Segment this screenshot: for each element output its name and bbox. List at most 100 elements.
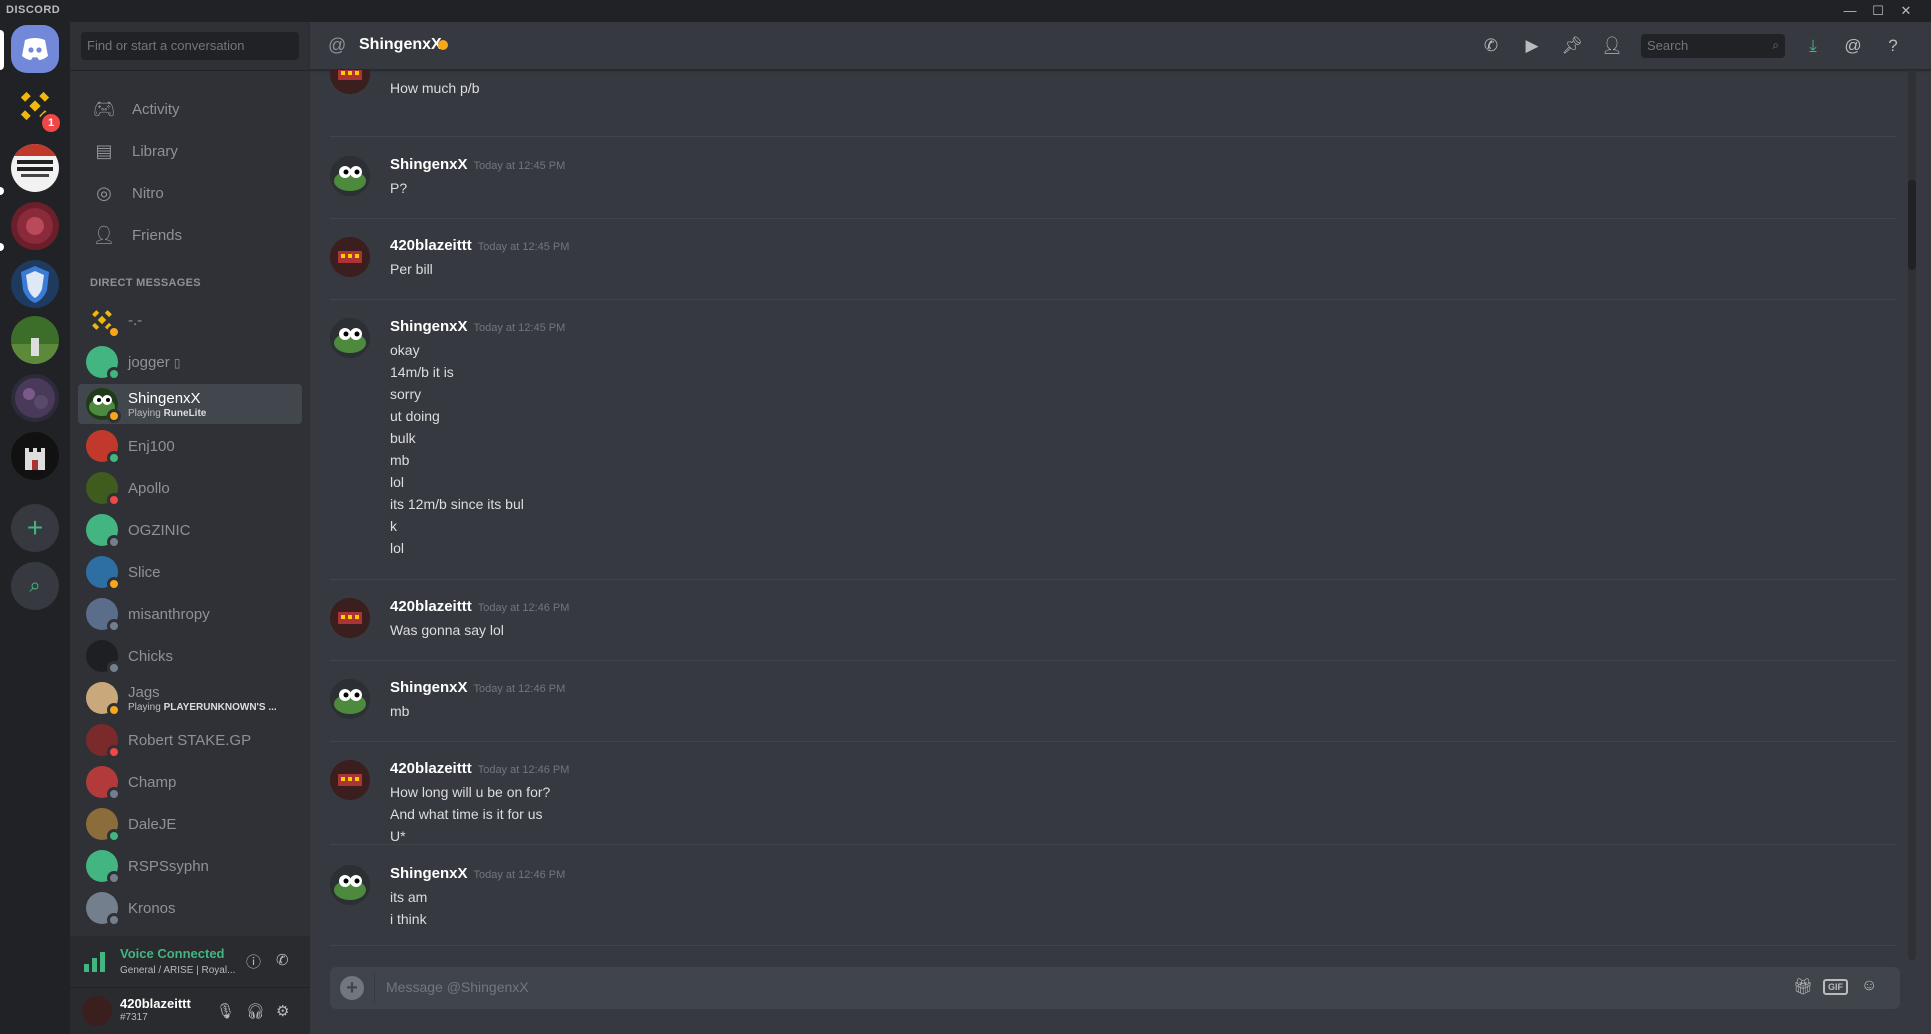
message-text: ut doing	[390, 408, 440, 424]
dm-name: OGZINIC	[128, 521, 191, 539]
maximize-button[interactable]: ☐	[1868, 2, 1888, 20]
title-bar: DISCORD — ☐ ✕	[0, 0, 1931, 22]
avatar[interactable]	[330, 156, 370, 196]
message-input[interactable]: Message @ShingenxX	[386, 979, 529, 995]
avatar[interactable]	[330, 70, 370, 94]
message-author[interactable]: 420blazeittt Today at 12:46 PM	[390, 760, 569, 777]
message-author[interactable]: ShingenxX Today at 12:46 PM	[390, 679, 565, 696]
app-brand: DISCORD	[6, 4, 61, 16]
find-conversation-input[interactable]: Find or start a conversation	[81, 32, 299, 60]
minimize-button[interactable]: —	[1840, 2, 1860, 20]
dm-item-active[interactable]: ShingenxX Playing RuneLite	[78, 384, 302, 424]
download-icon[interactable]: ⤓	[1801, 34, 1825, 58]
avatar[interactable]	[82, 996, 112, 1026]
blaze-avatar-icon	[330, 70, 370, 94]
dm-item[interactable]: DaleJE	[78, 804, 302, 844]
dm-item[interactable]: misanthropy	[78, 594, 302, 634]
scrollbar-thumb[interactable]	[1908, 180, 1916, 270]
discord-logo-icon	[22, 38, 48, 60]
nav-label: Friends	[132, 226, 183, 244]
message-composer[interactable]: + Message @ShingenxX 🎁︎ GIF ☺	[330, 967, 1900, 1009]
avatar[interactable]	[330, 865, 370, 905]
chat-header: @ ShingenxX ✆ ▶ 📌︎ 👤︎ Search ⌕ ⤓ @ ?	[310, 22, 1931, 70]
disconnect-icon[interactable]: ✆	[276, 951, 289, 969]
avatar[interactable]	[330, 237, 370, 277]
voice-call-icon[interactable]: ✆	[1479, 34, 1503, 58]
dm-name: Slice	[128, 563, 161, 581]
status-offline-icon	[107, 619, 121, 633]
avatar[interactable]	[330, 679, 370, 719]
dm-item[interactable]: Robert STAKE.GP	[78, 720, 302, 760]
headphones-icon[interactable]: 🎧︎	[246, 1002, 265, 1020]
message-author[interactable]: ShingenxX Today at 12:45 PM	[390, 318, 565, 335]
pin-icon[interactable]: 📌︎	[1560, 34, 1584, 58]
add-friend-icon[interactable]: 👤︎	[1600, 34, 1624, 58]
dm-item[interactable]: Slice	[78, 552, 302, 592]
voice-channel-label[interactable]: General / ARISE | Royal...	[120, 965, 235, 976]
gift-icon[interactable]: 🎁︎	[1793, 977, 1813, 997]
dm-item[interactable]: Apollo	[78, 468, 302, 508]
avatar	[86, 892, 121, 927]
message-text: 14m/b it is	[390, 364, 454, 380]
server-art-icon	[17, 208, 53, 244]
settings-icon[interactable]: ⚙	[276, 1002, 289, 1020]
message-author[interactable]: 420blazeittt Today at 12:45 PM	[390, 237, 569, 254]
nav-activity[interactable]: 🎮︎ Activity	[78, 89, 302, 129]
dm-item[interactable]: jogger ▯	[78, 342, 302, 382]
message-text: How long will u be on for?	[390, 784, 551, 800]
emoji-icon[interactable]: ☺	[1861, 977, 1877, 995]
message-timestamp: Today at 12:46 PM	[477, 602, 570, 614]
upload-plus-icon[interactable]: +	[340, 976, 364, 1000]
message-divider	[330, 136, 1897, 137]
notification-badge: 1	[39, 111, 63, 135]
status-offline-icon	[107, 661, 121, 675]
avatar[interactable]	[330, 318, 370, 358]
message-author[interactable]: ShingenxX Today at 12:45 PM	[390, 156, 565, 173]
dm-name: Chicks	[128, 647, 174, 665]
search-input[interactable]: Search ⌕	[1641, 34, 1785, 58]
server-castle[interactable]	[11, 432, 59, 480]
gif-icon[interactable]: GIF	[1823, 979, 1848, 995]
voice-status-panel: Voice Connected General / ARISE | Royal.…	[70, 936, 310, 988]
dm-item[interactable]: Jags Playing PLAYERUNKNOWN'S ...	[78, 678, 302, 718]
nav-nitro[interactable]: ◎ Nitro	[78, 173, 302, 213]
mentions-icon[interactable]: @	[1841, 34, 1865, 58]
message-author[interactable]: 420blazeittt Today at 12:46 PM	[390, 598, 569, 615]
explore-search-icon[interactable]: ⌕	[11, 562, 59, 610]
home-button[interactable]	[11, 25, 59, 73]
blaze-avatar-icon	[330, 760, 370, 800]
server-yal[interactable]	[11, 316, 59, 364]
message-text: lol	[390, 540, 405, 556]
voice-connected-label: Voice Connected	[120, 946, 225, 961]
message-author[interactable]: ShingenxX Today at 12:46 PM	[390, 865, 565, 882]
add-server-icon[interactable]: +	[11, 504, 59, 552]
avatar	[86, 766, 121, 801]
nav-library[interactable]: ▤ Library	[78, 131, 302, 171]
frog-avatar-icon	[330, 679, 370, 719]
dm-name: DaleJE	[128, 815, 177, 833]
dm-item[interactable]: Chicks	[78, 636, 302, 676]
avatar[interactable]	[330, 598, 370, 638]
nav-friends[interactable]: 👤︎ Friends	[78, 215, 302, 255]
dm-item[interactable]: RSPSsyphn	[78, 846, 302, 886]
avatar	[86, 304, 121, 339]
video-call-icon[interactable]: ▶	[1520, 34, 1544, 58]
server-demolition[interactable]	[11, 144, 59, 192]
message-text: bulk	[390, 430, 416, 446]
help-icon[interactable]: ?	[1881, 34, 1905, 58]
dm-item[interactable]: Enj100	[78, 426, 302, 466]
dm-item[interactable]: -.-	[78, 300, 302, 340]
scrollbar-track[interactable]	[1908, 70, 1916, 960]
message-text: P?	[390, 180, 408, 196]
dm-item[interactable]: Kronos	[78, 888, 302, 928]
dm-item[interactable]: OGZINIC	[78, 510, 302, 550]
server-dark[interactable]	[11, 374, 59, 422]
dm-item[interactable]: Champ	[78, 762, 302, 802]
server-center[interactable]	[11, 202, 59, 250]
conversation-title: ShingenxX	[359, 36, 442, 53]
avatar[interactable]	[330, 760, 370, 800]
microphone-icon[interactable]: 🎙︎	[216, 1002, 235, 1020]
info-icon[interactable]: ⓘ	[246, 951, 261, 972]
server-ik[interactable]	[11, 260, 59, 308]
close-button[interactable]: ✕	[1896, 2, 1916, 20]
